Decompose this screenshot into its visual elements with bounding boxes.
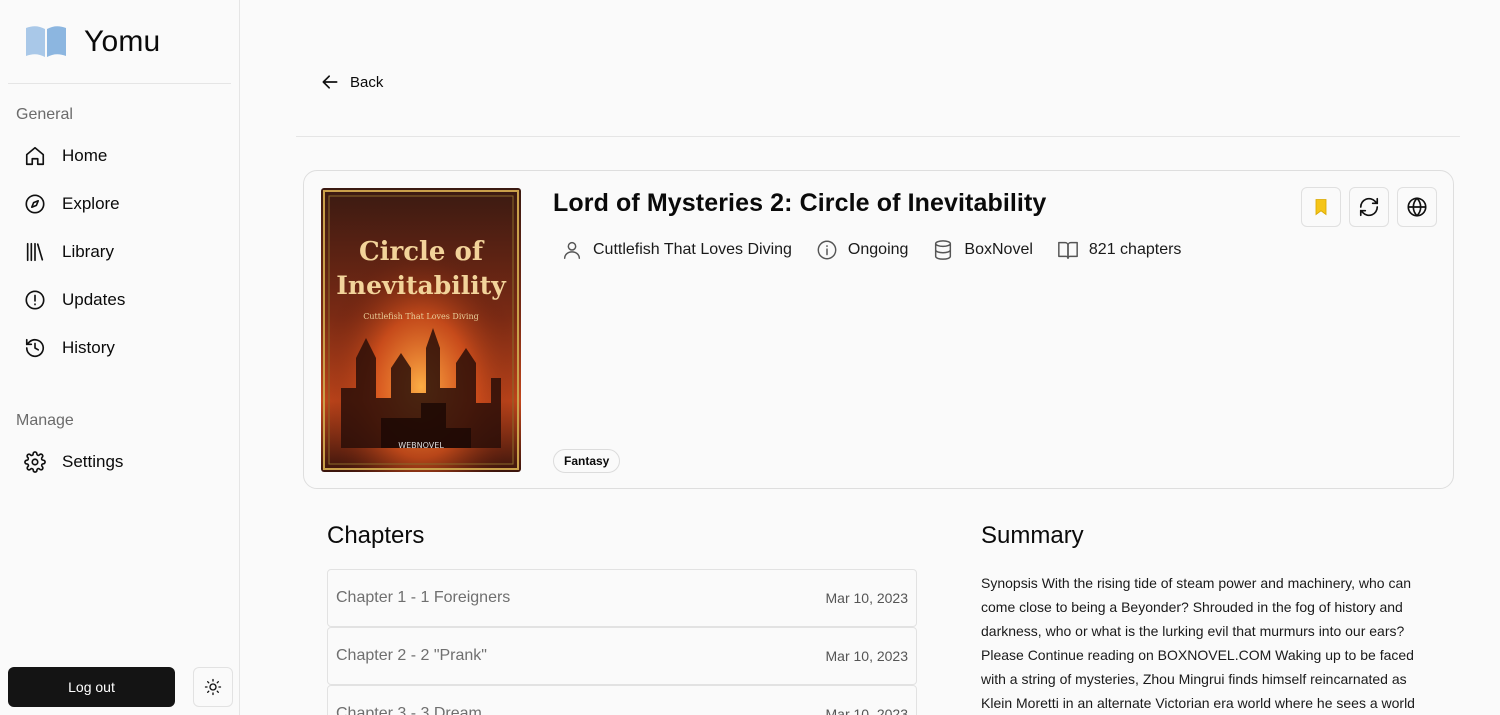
brand[interactable]: Yomu xyxy=(8,0,231,84)
novel-actions xyxy=(1293,187,1437,227)
chapter-date: Mar 10, 2023 xyxy=(825,590,909,606)
refresh-button[interactable] xyxy=(1349,187,1389,227)
sidebar-item-library[interactable]: Library xyxy=(16,228,239,276)
sidebar-item-label: Settings xyxy=(62,452,124,471)
nav-manage: Manage Settings xyxy=(0,410,239,486)
novel-cover-image: Circle of Inevitability Cuttlefish That … xyxy=(321,188,521,472)
back-label: Back xyxy=(350,73,384,91)
author-name: Cuttlefish That Loves Diving xyxy=(593,241,792,258)
chapter-row[interactable]: Chapter 3 - 3 Dream Mar 10, 2023 xyxy=(327,685,917,715)
open-book-icon xyxy=(1057,239,1079,261)
novel-meta: Cuttlefish That Loves Diving Ongoing Box… xyxy=(561,239,1205,261)
chapter-name: Chapter 3 - 3 Dream xyxy=(336,705,482,715)
user-icon xyxy=(561,239,583,261)
logout-button[interactable]: Log out xyxy=(8,667,175,707)
database-icon xyxy=(932,239,954,261)
compass-icon xyxy=(22,191,48,217)
nav-general: General Home Explore Library Updates His… xyxy=(0,104,239,372)
svg-text:Circle of: Circle of xyxy=(359,237,485,267)
sidebar-item-label: Updates xyxy=(62,290,126,309)
genre-tag[interactable]: Fantasy xyxy=(553,449,621,473)
sidebar: Yomu General Home Explore Library Update… xyxy=(0,0,240,715)
meta-status: Ongoing xyxy=(816,239,909,261)
chapters-heading: Chapters xyxy=(327,522,425,549)
sidebar-item-settings[interactable]: Settings xyxy=(16,438,239,486)
svg-text:Cuttlefish That Loves Diving: Cuttlefish That Loves Diving xyxy=(363,312,479,321)
arrow-left-icon xyxy=(322,75,338,89)
chapter-count: 821 chapters xyxy=(1088,241,1182,258)
meta-chapters: 821 chapters xyxy=(1057,239,1182,261)
book-logo-icon xyxy=(26,25,66,57)
sidebar-item-updates[interactable]: Updates xyxy=(16,276,239,324)
meta-source: BoxNovel xyxy=(932,239,1033,261)
chapter-row[interactable]: Chapter 2 - 2 "Prank" Mar 10, 2023 xyxy=(327,627,917,685)
sidebar-item-label: Library xyxy=(62,242,114,261)
chapter-list: Chapter 1 - 1 Foreigners Mar 10, 2023 Ch… xyxy=(327,569,917,715)
sidebar-item-label: History xyxy=(62,338,115,357)
sidebar-item-label: Explore xyxy=(62,194,120,213)
sidebar-item-home[interactable]: Home xyxy=(16,132,239,180)
bookmark-button[interactable] xyxy=(1301,187,1341,227)
summary-heading: Summary xyxy=(981,522,1084,549)
source-name: BoxNovel xyxy=(964,241,1033,258)
summary-text: Synopsis With the rising tide of steam p… xyxy=(981,575,1415,711)
nav-heading-general: General xyxy=(16,106,73,123)
alert-circle-icon xyxy=(22,287,48,313)
library-icon xyxy=(22,239,48,265)
bookmark-icon xyxy=(1315,199,1327,216)
nav-heading-manage: Manage xyxy=(16,412,74,429)
theme-toggle-button[interactable] xyxy=(193,667,233,707)
chapter-date: Mar 10, 2023 xyxy=(825,648,909,664)
refresh-icon xyxy=(1359,197,1379,217)
novel-title: Lord of Mysteries 2: Circle of Inevitabi… xyxy=(553,189,1047,217)
globe-icon xyxy=(1407,197,1427,217)
history-icon xyxy=(22,335,48,361)
home-icon xyxy=(22,143,48,169)
open-website-button[interactable] xyxy=(1397,187,1437,227)
novel-info-card: Circle of Inevitability Cuttlefish That … xyxy=(303,170,1454,489)
back-button[interactable]: Back xyxy=(320,72,383,92)
divider xyxy=(296,136,1460,137)
chapter-row[interactable]: Chapter 1 - 1 Foreigners Mar 10, 2023 xyxy=(327,569,917,627)
app-name: Yomu xyxy=(84,24,161,58)
sidebar-item-history[interactable]: History xyxy=(16,324,239,372)
sidebar-item-explore[interactable]: Explore xyxy=(16,180,239,228)
status-text: Ongoing xyxy=(847,241,909,258)
sidebar-item-label: Home xyxy=(62,146,108,165)
chapter-name: Chapter 2 - 2 "Prank" xyxy=(336,647,487,664)
svg-text:Inevitability: Inevitability xyxy=(336,271,507,300)
gear-icon xyxy=(22,449,48,475)
main-content: Back Circle of Inevitability Cuttlefish … xyxy=(240,0,1500,715)
info-icon xyxy=(816,239,838,261)
sidebar-footer: Log out xyxy=(8,667,233,707)
sun-icon xyxy=(204,678,222,696)
chapter-date: Mar 10, 2023 xyxy=(825,706,909,715)
svg-text:WEBNOVEL: WEBNOVEL xyxy=(398,441,444,450)
chapter-name: Chapter 1 - 1 Foreigners xyxy=(336,589,511,606)
meta-author: Cuttlefish That Loves Diving xyxy=(561,239,792,261)
